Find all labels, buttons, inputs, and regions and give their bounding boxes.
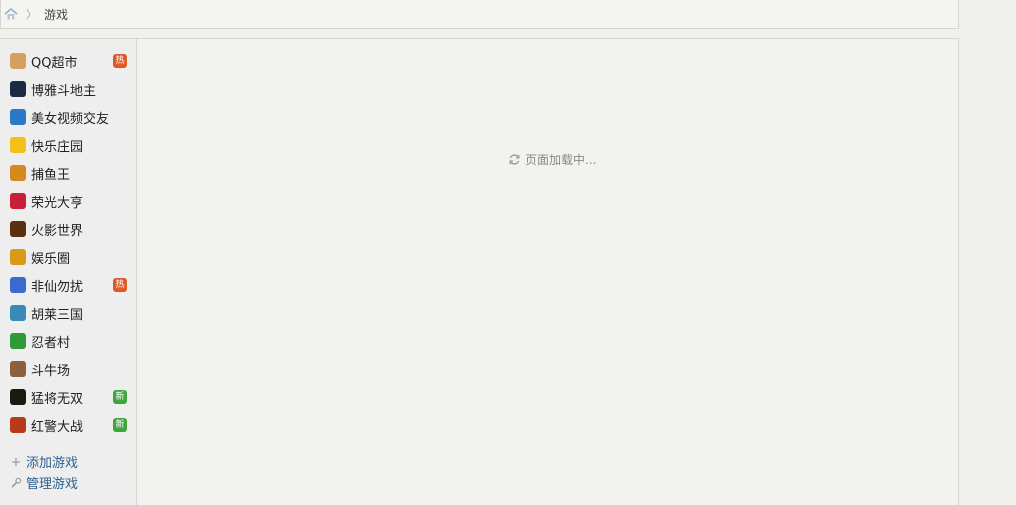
home-icon[interactable] xyxy=(4,8,18,20)
game-item[interactable]: 非仙勿扰 热 xyxy=(0,271,136,299)
red-alert-icon xyxy=(10,417,26,433)
game-label: 火影世界 xyxy=(31,223,84,239)
wrench-icon xyxy=(10,477,22,489)
breadcrumb-separator: 〉 xyxy=(26,8,37,21)
game-item[interactable]: 斗牛场 xyxy=(0,355,136,383)
manage-games-label: 管理游戏 xyxy=(26,477,79,492)
qq-supermarket-icon xyxy=(10,53,26,69)
boyaa-landlord-icon xyxy=(10,81,26,97)
add-game-link[interactable]: 添加游戏 xyxy=(10,451,136,472)
game-label: 红警大战 xyxy=(31,419,84,435)
video-dating-icon xyxy=(10,109,26,125)
game-label: 美女视频交友 xyxy=(31,111,110,127)
bullring-icon xyxy=(10,361,26,377)
game-sidebar: QQ超市热博雅斗地主 美女视频交友 快乐庄园 捕鱼王 荣光大亨 火影世界 娱乐圈 非仙勿扰热胡… xyxy=(0,38,137,505)
game-item[interactable]: 荣光大亨 xyxy=(0,187,136,215)
ninja-village-icon xyxy=(10,333,26,349)
immortal-dating-icon xyxy=(10,277,26,293)
game-item[interactable]: 博雅斗地主 xyxy=(0,75,136,103)
entertainment-circle-icon xyxy=(10,249,26,265)
loading-text: 页面加载中... xyxy=(525,153,597,167)
game-item[interactable]: 胡莱三国 xyxy=(0,299,136,327)
manage-games-link[interactable]: 管理游戏 xyxy=(10,472,136,493)
refresh-icon xyxy=(508,153,521,166)
game-item[interactable]: 火影世界 xyxy=(0,215,136,243)
game-label: 娱乐圈 xyxy=(31,251,71,267)
game-label: 胡莱三国 xyxy=(31,307,84,323)
hot-badge: 热 xyxy=(113,54,127,68)
add-game-label: 添加游戏 xyxy=(26,456,79,471)
game-item[interactable]: 娱乐圈 xyxy=(0,243,136,271)
game-label: QQ超市 xyxy=(31,55,78,71)
naruto-world-icon xyxy=(10,221,26,237)
game-item[interactable]: 忍者村 xyxy=(0,327,136,355)
hot-badge: 热 xyxy=(113,278,127,292)
game-label: 博雅斗地主 xyxy=(31,83,97,99)
game-label: 猛将无双 xyxy=(31,391,84,407)
game-label: 捕鱼王 xyxy=(31,167,71,183)
game-item[interactable]: QQ超市 热 xyxy=(0,47,136,75)
glory-tycoon-icon xyxy=(10,193,26,209)
game-label: 非仙勿扰 xyxy=(31,279,84,295)
game-list: QQ超市热博雅斗地主 美女视频交友 快乐庄园 捕鱼王 荣光大亨 火影世界 娱乐圈 非仙勿扰热胡… xyxy=(0,39,136,439)
loading-indicator: 页面加载中... xyxy=(508,151,596,168)
sidebar-actions: 添加游戏 管理游戏 xyxy=(0,451,136,493)
game-item[interactable]: 美女视频交友 xyxy=(0,103,136,131)
game-label: 荣光大亨 xyxy=(31,195,84,211)
happy-farm-icon xyxy=(10,137,26,153)
game-label: 快乐庄园 xyxy=(31,139,84,155)
breadcrumb: 〉 游戏 xyxy=(0,0,959,29)
new-badge: 新 xyxy=(113,418,127,432)
main-content: 页面加载中... xyxy=(137,38,959,505)
fishing-king-icon xyxy=(10,165,26,181)
fierce-general-icon xyxy=(10,389,26,405)
game-label: 忍者村 xyxy=(31,335,71,351)
game-item[interactable]: 红警大战 新 xyxy=(0,411,136,439)
game-item[interactable]: 猛将无双 新 xyxy=(0,383,136,411)
hulai-three-kingdoms-icon xyxy=(10,305,26,321)
breadcrumb-current: 游戏 xyxy=(44,7,69,22)
game-label: 斗牛场 xyxy=(31,363,71,379)
game-item[interactable]: 捕鱼王 xyxy=(0,159,136,187)
plus-icon xyxy=(10,456,22,468)
new-badge: 新 xyxy=(113,390,127,404)
game-item[interactable]: 快乐庄园 xyxy=(0,131,136,159)
